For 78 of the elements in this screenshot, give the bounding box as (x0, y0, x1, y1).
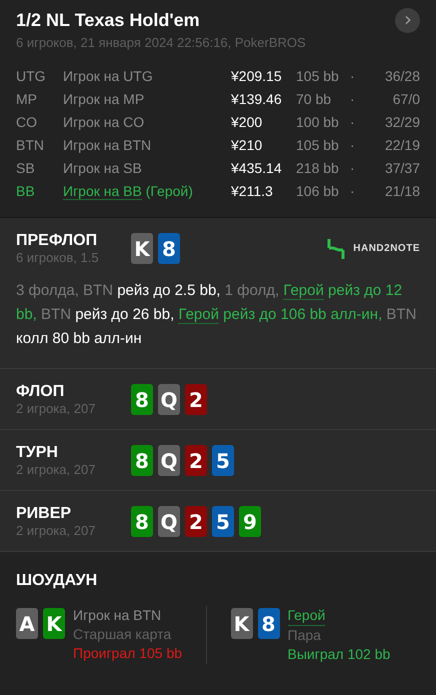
playing-card: Q (158, 384, 180, 415)
player-name: Игрок на CO (63, 114, 144, 130)
position-label: BTN (16, 136, 45, 155)
playing-card: 8 (131, 445, 153, 476)
playing-card: K (131, 233, 153, 264)
hero-link[interactable]: Герой (283, 282, 324, 300)
position-label: CO (16, 113, 38, 132)
playing-card: Q (158, 445, 180, 476)
hand-combo: Пара (288, 626, 321, 645)
action-text: 3 фолда, BTN рейз до 2.5 bb, 1 фолд, Герой рейз до 12 bb, BTN рейз до 26 bb, Герой рейз до 106 bb алл-ин, BTN колл 80 bb алл-ин (16, 281, 418, 349)
hand-result: Выиграл 102 bb (288, 645, 390, 664)
player-name: Игрок на SB (63, 160, 142, 176)
playing-card: 8 (158, 233, 180, 264)
next-button[interactable]: › (395, 8, 420, 33)
separator-dot: · (350, 67, 356, 86)
street-title: РИВЕР (16, 505, 72, 523)
showdown-title: ШОУДАУН (16, 572, 98, 590)
stack-amount: ¥435.14 (231, 159, 283, 178)
playing-card: Q (158, 506, 180, 537)
position-label: BB (16, 182, 36, 201)
player-name: Игрок на UTG (63, 68, 153, 84)
position-label: SB (16, 159, 36, 178)
position-label: UTG (16, 67, 47, 86)
player-stats: 37/37 (384, 159, 420, 178)
player-link[interactable]: Герой (288, 606, 326, 626)
hand-result: Проиграл 105 bb (73, 644, 182, 663)
stack-bb: 105 bb (296, 67, 340, 86)
playing-card: 8 (131, 384, 153, 415)
player-stats: 32/29 (384, 113, 420, 132)
hand-combo: Старшая карта (73, 625, 172, 644)
street-info: 6 игроков, 1.5 (16, 250, 100, 265)
street-title: ФЛОП (16, 383, 66, 401)
player-name: Игрок на MP (63, 91, 144, 107)
player-name: Игрок на BTN (73, 606, 162, 625)
street-info: 2 игрока, 207 (16, 523, 96, 538)
playing-card: 8 (258, 608, 280, 639)
playing-card: 2 (185, 384, 207, 415)
playing-card: 8 (131, 506, 153, 537)
stack-bb: 100 bb (296, 113, 340, 132)
hero-link[interactable]: Герой (178, 306, 219, 324)
separator-dot: · (350, 113, 356, 132)
hand-subtitle: 6 игроков, 21 января 2024 22:56:16, PokerBROS (16, 35, 307, 50)
player-stats: 67/0 (392, 90, 420, 109)
stack-bb: 218 bb (296, 159, 340, 178)
playing-card: 5 (212, 445, 234, 476)
player-stats: 36/28 (384, 67, 420, 86)
playing-card: 9 (239, 506, 261, 537)
position-label: MP (16, 90, 38, 109)
logo-text: HAND2NOTE (353, 243, 420, 254)
stack-amount: ¥200 (231, 113, 264, 132)
stack-bb: 106 bb (296, 182, 340, 201)
street-info: 2 игрока, 207 (16, 462, 96, 477)
separator-dot: · (350, 182, 356, 201)
stack-amount: ¥210 (231, 136, 264, 155)
stack-bb: 105 bb (296, 136, 340, 155)
separator-dot: · (350, 136, 356, 155)
playing-card: 2 (185, 506, 207, 537)
hero-label: (Герой) (146, 183, 193, 199)
stack-amount: ¥209.15 (231, 67, 283, 86)
logo-icon (327, 238, 346, 260)
player-stats: 21/18 (384, 182, 420, 201)
street-title: ПРЕФЛОП (16, 232, 98, 250)
player-stats: 22/19 (384, 136, 420, 155)
playing-card: 5 (212, 506, 234, 537)
stack-amount: ¥139.46 (231, 90, 283, 109)
street-info: 2 игрока, 207 (16, 401, 96, 416)
separator-dot: · (350, 90, 356, 109)
playing-card: K (43, 608, 65, 639)
hand-title: 1/2 NL Texas Hold'em (16, 10, 200, 31)
playing-card: K (230, 608, 252, 639)
street-title: ТУРН (16, 444, 59, 462)
stack-amount: ¥211.3 (231, 182, 274, 201)
playing-card: A (16, 608, 38, 639)
separator-dot: · (350, 159, 356, 178)
player-name: Игрок на BTN (63, 137, 152, 153)
playing-card: 2 (185, 445, 207, 476)
stack-bb: 70 bb (296, 90, 332, 109)
player-link[interactable]: Игрок на BB (63, 183, 142, 200)
